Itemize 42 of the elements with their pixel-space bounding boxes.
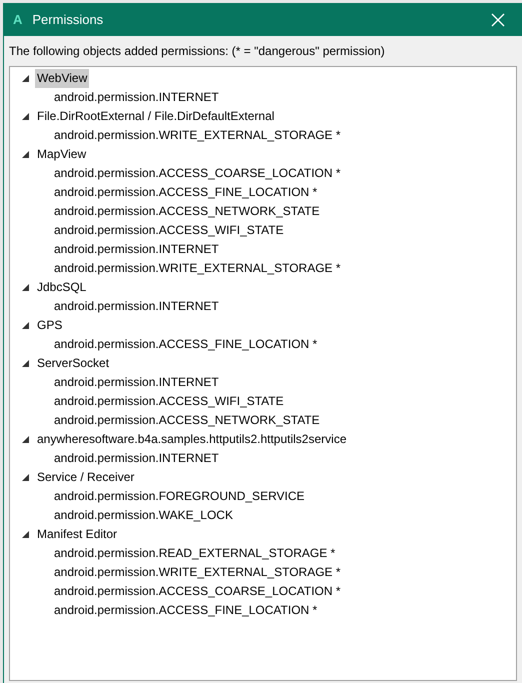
- permission-item[interactable]: android.permission.ACCESS_FINE_LOCATION *: [20, 183, 516, 202]
- permission-item[interactable]: android.permission.ACCESS_WIFI_STATE: [20, 392, 516, 411]
- permission-item[interactable]: android.permission.INTERNET: [20, 297, 516, 316]
- permission-item[interactable]: android.permission.READ_EXTERNAL_STORAGE *: [20, 544, 516, 563]
- permission-item[interactable]: android.permission.INTERNET: [20, 449, 516, 468]
- permission-item[interactable]: android.permission.WAKE_LOCK: [20, 506, 516, 525]
- permission-item[interactable]: android.permission.ACCESS_COARSE_LOCATION *: [20, 582, 516, 601]
- close-icon: [491, 12, 505, 26]
- tree-node[interactable]: File.DirRootExternal / File.DirDefaultExternal: [35, 107, 276, 126]
- intro-text: The following objects added permissions: (* = "dangerous" permission): [9, 43, 386, 59]
- tree-node[interactable]: Service / Receiver: [35, 468, 136, 487]
- permission-item[interactable]: android.permission.ACCESS_FINE_LOCATION *: [20, 601, 516, 620]
- permission-item[interactable]: android.permission.FOREGROUND_SERVICE: [20, 487, 516, 506]
- tree-node[interactable]: anywheresoftware.b4a.samples.httputils2.httputils2service: [35, 430, 348, 449]
- expand-toggle-icon[interactable]: [20, 282, 30, 292]
- permission-item[interactable]: android.permission.WRITE_EXTERNAL_STORAGE *: [20, 563, 516, 582]
- permission-item[interactable]: android.permission.INTERNET: [20, 240, 516, 259]
- permission-item[interactable]: android.permission.ACCESS_NETWORK_STATE: [20, 411, 516, 430]
- permission-item[interactable]: android.permission.ACCESS_FINE_LOCATION *: [20, 335, 516, 354]
- tree-node[interactable]: GPS: [35, 316, 64, 335]
- expand-toggle-icon[interactable]: [20, 150, 30, 160]
- permission-item[interactable]: android.permission.WRITE_EXTERNAL_STORAGE *: [20, 126, 516, 145]
- tree-node[interactable]: ServerSocket: [35, 354, 112, 373]
- expand-toggle-icon[interactable]: [20, 530, 30, 540]
- expand-toggle-icon[interactable]: [20, 74, 30, 84]
- tree-node[interactable]: Manifest Editor: [35, 525, 120, 544]
- tree-node[interactable]: MapView: [35, 145, 88, 164]
- expand-toggle-icon[interactable]: [20, 358, 30, 368]
- expand-toggle-icon[interactable]: [20, 320, 30, 330]
- permission-item[interactable]: android.permission.ACCESS_WIFI_STATE: [20, 221, 516, 240]
- permission-item[interactable]: android.permission.WRITE_EXTERNAL_STORAGE *: [20, 259, 516, 278]
- permission-item[interactable]: android.permission.INTERNET: [20, 88, 516, 107]
- app-logo-icon: A: [13, 10, 22, 30]
- expand-toggle-icon[interactable]: [20, 112, 30, 122]
- permission-item[interactable]: android.permission.ACCESS_NETWORK_STATE: [20, 202, 516, 221]
- expand-toggle-icon[interactable]: [20, 434, 30, 444]
- permission-item[interactable]: android.permission.ACCESS_COARSE_LOCATION *: [20, 164, 516, 183]
- expand-toggle-icon[interactable]: [20, 472, 30, 482]
- tree-node[interactable]: WebView: [35, 69, 90, 88]
- tree-node[interactable]: JdbcSQL: [35, 278, 88, 297]
- permission-item[interactable]: android.permission.INTERNET: [20, 373, 516, 392]
- window-title: Permissions: [32, 10, 104, 29]
